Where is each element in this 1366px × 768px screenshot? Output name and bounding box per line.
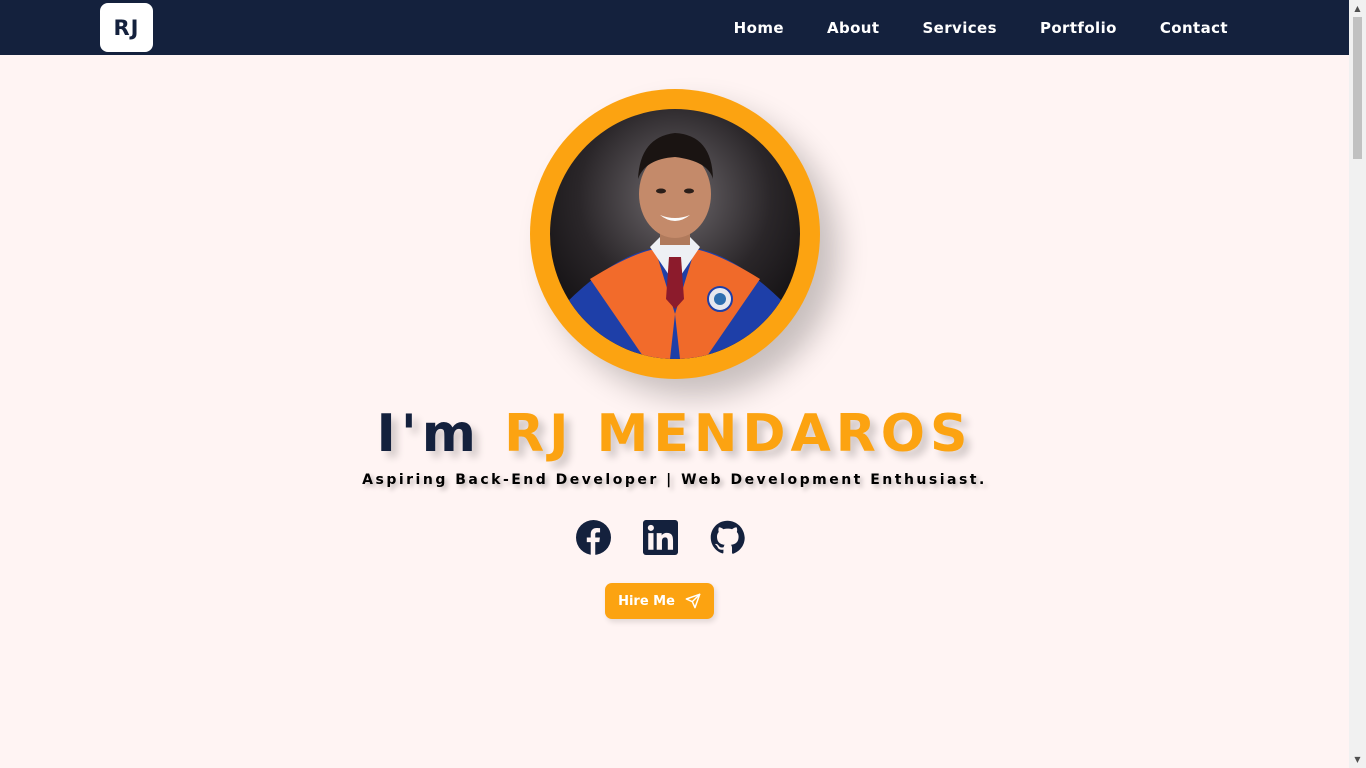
scroll-up-arrow-icon[interactable]: ▲ <box>1349 0 1366 17</box>
nav-link-home[interactable]: Home <box>734 19 784 37</box>
hero-title: I'm RJ MENDAROS <box>0 404 1349 464</box>
nav-links: Home About Services Portfolio Contact <box>734 0 1228 55</box>
nav-link-contact[interactable]: Contact <box>1160 19 1228 37</box>
facebook-icon <box>576 520 611 555</box>
hero-subtitle: Aspiring Back-End Developer | Web Develo… <box>362 472 987 488</box>
hero-greeting: I'm <box>376 404 481 464</box>
hire-me-button[interactable]: Hire Me <box>605 583 714 619</box>
scroll-down-arrow-icon[interactable]: ▼ <box>1349 751 1366 768</box>
nav-link-services[interactable]: Services <box>922 19 997 37</box>
social-links <box>576 520 745 556</box>
scrollbar-thumb[interactable] <box>1353 17 1362 159</box>
nav-link-about[interactable]: About <box>827 19 880 37</box>
hero-name: RJ MENDAROS <box>504 404 973 464</box>
github-link[interactable] <box>710 520 745 556</box>
linkedin-link[interactable] <box>643 520 678 556</box>
linkedin-icon <box>643 520 678 555</box>
github-icon <box>710 520 745 554</box>
facebook-link[interactable] <box>576 520 611 556</box>
nav-link-portfolio[interactable]: Portfolio <box>1040 19 1117 37</box>
profile-photo <box>550 109 800 359</box>
paper-plane-icon <box>685 593 701 609</box>
hire-me-label: Hire Me <box>618 593 675 609</box>
logo[interactable]: RJ <box>100 3 153 52</box>
navbar: RJ Home About Services Portfolio Contact <box>0 0 1349 55</box>
page-scrollbar[interactable]: ▲ ▼ <box>1349 0 1366 768</box>
profile-photo-frame <box>530 89 820 379</box>
